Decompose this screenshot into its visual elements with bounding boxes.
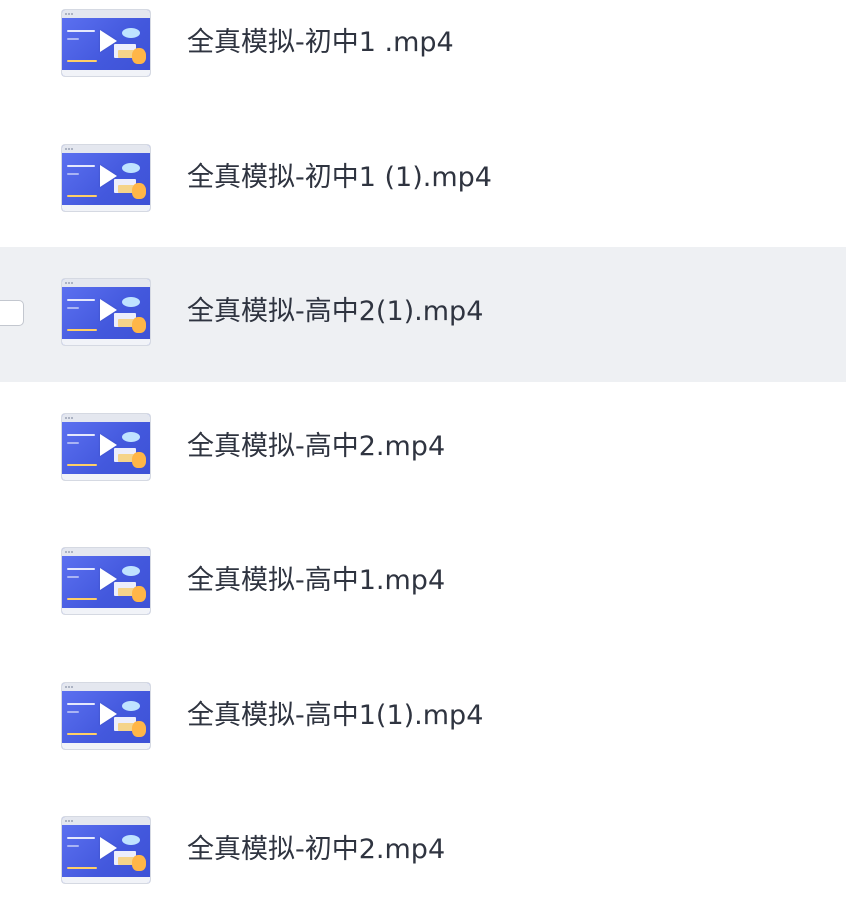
video-thumbnail[interactable] [62,817,150,883]
video-thumbnail[interactable] [62,144,150,211]
play-icon [100,164,117,187]
play-icon [100,30,117,52]
row-checkbox[interactable] [0,300,24,326]
file-name[interactable]: 全真模拟-初中1 .mp4 [187,26,454,60]
file-row[interactable]: 全真模拟-初中1 .mp4 [0,0,846,113]
play-icon [100,568,117,590]
video-thumbnail[interactable] [62,548,150,614]
play-icon [100,702,117,725]
video-thumbnail[interactable] [62,10,150,76]
file-name[interactable]: 全真模拟-初中2.mp4 [187,833,445,867]
video-thumbnail[interactable] [62,682,150,749]
video-thumbnail[interactable] [62,279,150,345]
file-name[interactable]: 全真模拟-高中2.mp4 [187,430,445,464]
play-icon [100,299,117,321]
file-name[interactable]: 全真模拟-初中1 (1).mp4 [187,161,492,195]
file-row[interactable]: 全真模拟-初中2.mp4 [0,785,846,920]
file-row[interactable]: 全真模拟-高中1(1).mp4 [0,651,846,786]
file-row[interactable]: 全真模拟-高中1.mp4 [0,516,846,651]
file-name[interactable]: 全真模拟-高中1.mp4 [187,564,445,598]
play-icon [100,433,117,456]
play-icon [100,837,117,859]
file-name[interactable]: 全真模拟-高中1(1).mp4 [187,699,483,733]
file-row[interactable]: 全真模拟-高中2.mp4 [0,382,846,517]
video-thumbnail[interactable] [62,413,150,480]
file-list: 全真模拟-初中1 .mp4 全真模拟-初中1 (1).mp4 全真模拟-高中2(… [0,0,846,920]
file-name[interactable]: 全真模拟-高中2(1).mp4 [187,295,483,329]
file-row[interactable]: 全真模拟-初中1 (1).mp4 [0,113,846,248]
file-row[interactable]: 全真模拟-高中2(1).mp4 [0,247,846,382]
